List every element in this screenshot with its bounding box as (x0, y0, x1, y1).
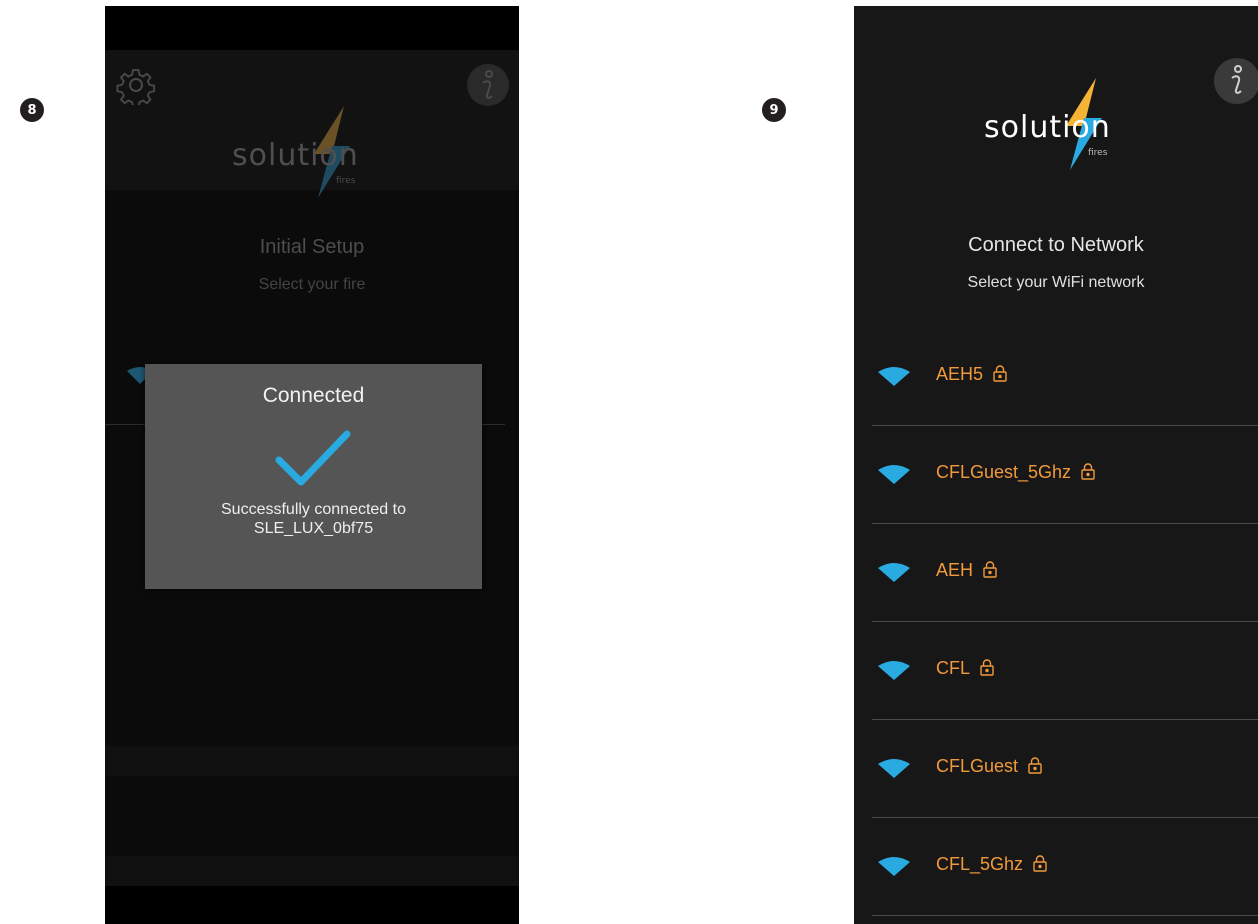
page-title: Connect to Network (968, 234, 1144, 256)
wifi-icon (878, 857, 910, 876)
wifi-network-label: CFL_5Ghz (936, 854, 1047, 875)
page-title: Initial Setup (259, 236, 365, 258)
wifi-icon (878, 367, 910, 386)
status-bar (105, 6, 519, 50)
wifi-network-item[interactable]: CFLGuest (854, 720, 1258, 818)
dialog-message-line1: Successfully connected to (221, 501, 406, 518)
wifi-network-name: CFLGuest_5Ghz (936, 462, 1072, 482)
wifi-network-item[interactable]: AEH5 (854, 328, 1258, 426)
logo-subtitle: fires (336, 176, 356, 186)
wifi-network-name: CFL (936, 658, 971, 678)
gear-icon (116, 69, 156, 105)
page-subtitle: Select your WiFi network (967, 274, 1145, 291)
info-icon (1231, 65, 1242, 94)
wifi-network-item[interactable]: CFL_5Ghz (854, 818, 1258, 916)
wifi-icon (878, 563, 910, 582)
wifi-icon (878, 759, 910, 778)
solution-fires-logo: solution fires (232, 106, 392, 198)
step-badge-9: 9 (762, 98, 786, 122)
info-button[interactable] (1214, 58, 1258, 104)
connected-dialog: Connected Successfully connected to SLE_… (145, 364, 482, 589)
wifi-network-name: AEH5 (936, 364, 984, 384)
wifi-network-name: CFLGuest (936, 756, 1019, 776)
settings-button[interactable] (115, 64, 157, 106)
wifi-network-label: CFLGuest_5Ghz (936, 462, 1095, 483)
nav-bar (105, 886, 519, 924)
logo-wordmark: solution (232, 138, 359, 173)
dialog-message-line2: SLE_LUX_0bf75 (253, 520, 374, 537)
info-button[interactable] (467, 64, 509, 106)
lock-icon (1081, 463, 1095, 480)
wifi-icon (878, 465, 910, 484)
logo-wordmark: solution (984, 110, 1111, 145)
background-band (105, 746, 519, 776)
checkmark-icon (275, 430, 351, 486)
lock-icon (980, 659, 994, 676)
wifi-network-label: CFLGuest (936, 756, 1042, 777)
background-band (105, 856, 519, 886)
phone-screen-initial-setup: solution fires Initial Setup Select your… (105, 6, 519, 924)
wifi-network-label: CFL (936, 658, 994, 679)
wifi-icon (878, 661, 910, 680)
wifi-network-item[interactable]: AEH (854, 524, 1258, 622)
dialog-title: Connected (262, 384, 365, 407)
lock-icon (1028, 757, 1042, 774)
info-icon (482, 70, 493, 99)
dialog-message: Successfully connected to SLE_LUX_0bf75 (145, 500, 482, 538)
page-subtitle: Select your fire (258, 276, 366, 293)
lock-icon (983, 561, 997, 578)
wifi-network-label: AEH5 (936, 364, 1007, 385)
wifi-network-name: AEH (936, 560, 974, 580)
lock-icon (993, 365, 1007, 382)
step-badge-8: 8 (20, 98, 44, 122)
list-divider (872, 915, 1258, 916)
wifi-network-item[interactable]: CFL (854, 622, 1258, 720)
wifi-network-label: AEH (936, 560, 997, 581)
phone-screen-connect-network: solution fires Connect to Network Select… (854, 6, 1258, 924)
wifi-network-name: CFL_5Ghz (936, 854, 1024, 874)
wifi-network-item[interactable]: CFLGuest_5Ghz (854, 426, 1258, 524)
solution-fires-logo: solution fires (984, 78, 1144, 170)
logo-subtitle: fires (1088, 148, 1108, 158)
lock-icon (1033, 855, 1047, 872)
